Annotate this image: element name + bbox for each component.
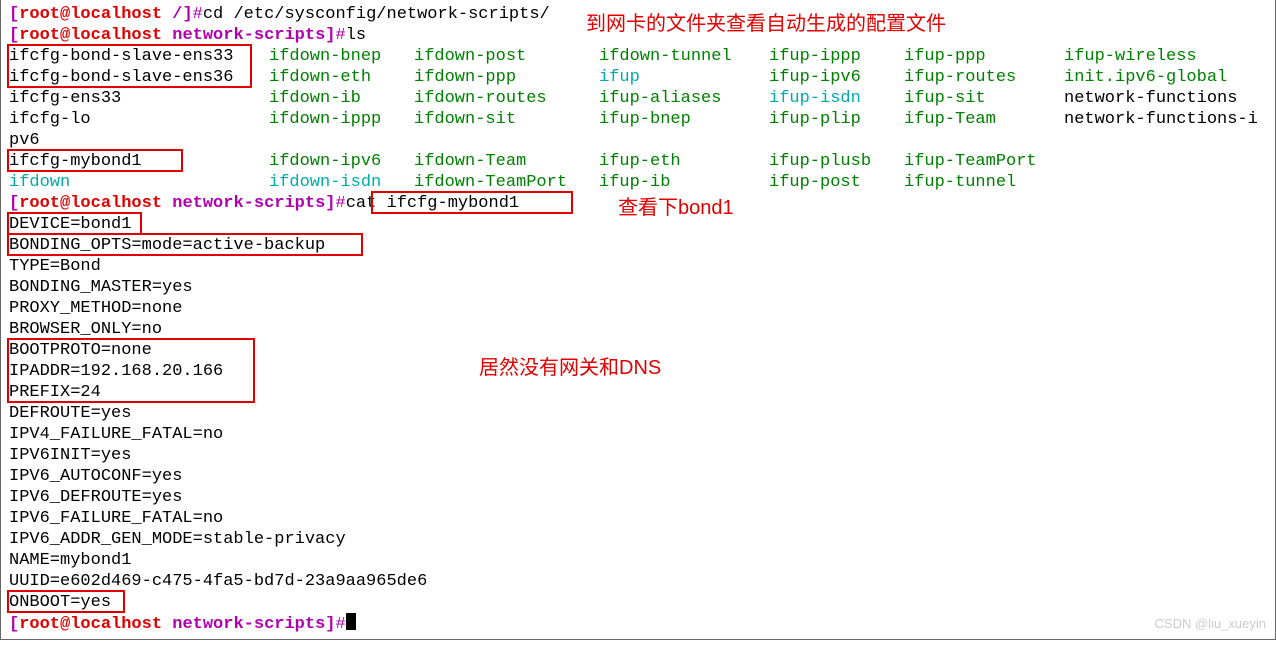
terminal: [root@localhost /]#cd /etc/sysconfig/net… <box>0 0 1276 640</box>
ls-row: ifcfg-loifdown-ipppifdown-sitifup-bnepif… <box>9 109 1275 130</box>
cfg-line: TYPE=Bond <box>9 256 1275 277</box>
cfg-line: IPV6_DEFROUTE=yes <box>9 487 1275 508</box>
highlight-box <box>7 212 142 235</box>
annotation-text: 到网卡的文件夹查看自动生成的配置文件 <box>586 14 946 35</box>
cfg-line: IPV6_AUTOCONF=yes <box>9 466 1275 487</box>
cfg-line: IPV6INIT=yes <box>9 445 1275 466</box>
cfg-line: NAME=mybond1 <box>9 550 1275 571</box>
ls-row: pv6 <box>9 130 1275 151</box>
highlight-box <box>7 44 252 88</box>
cfg-line: PROXY_METHOD=none <box>9 298 1275 319</box>
ls-row: ifdownifdown-isdnifdown-TeamPortifup-ibi… <box>9 172 1275 193</box>
cmd-cd: cd /etc/sysconfig/network-scripts/ <box>203 5 550 24</box>
watermark: CSDN @liu_xueyin <box>1155 613 1266 634</box>
line-final-prompt[interactable]: [root@localhost network-scripts]# <box>9 613 1275 635</box>
ls-row: ifcfg-ens33ifdown-ibifdown-routesifup-al… <box>9 88 1275 109</box>
highlight-box <box>7 590 125 613</box>
highlight-box <box>371 191 573 214</box>
highlight-box <box>7 149 183 172</box>
cfg-line: IPV6_ADDR_GEN_MODE=stable-privacy <box>9 529 1275 550</box>
annotation-text: 查看下bond1 <box>618 198 734 219</box>
ls-row: ifcfg-mybond1ifdown-ipv6ifdown-Teamifup-… <box>9 151 1275 172</box>
cmd-ls: ls <box>346 26 366 45</box>
cfg-line: DEFROUTE=yes <box>9 403 1275 424</box>
cfg-line: ONBOOT=yes <box>9 592 1275 613</box>
cfg-line: IPV6_FAILURE_FATAL=no <box>9 508 1275 529</box>
highlight-box <box>7 338 255 403</box>
cfg-line: UUID=e602d469-c475-4fa5-bd7d-23a9aa965de… <box>9 571 1275 592</box>
highlight-box <box>7 233 363 256</box>
cfg-line: IPV4_FAILURE_FATAL=no <box>9 424 1275 445</box>
cfg-line: BONDING_MASTER=yes <box>9 277 1275 298</box>
annotation-text: 居然没有网关和DNS <box>479 358 661 379</box>
cfg-line: BROWSER_ONLY=no <box>9 319 1275 340</box>
cursor-icon <box>346 613 356 630</box>
